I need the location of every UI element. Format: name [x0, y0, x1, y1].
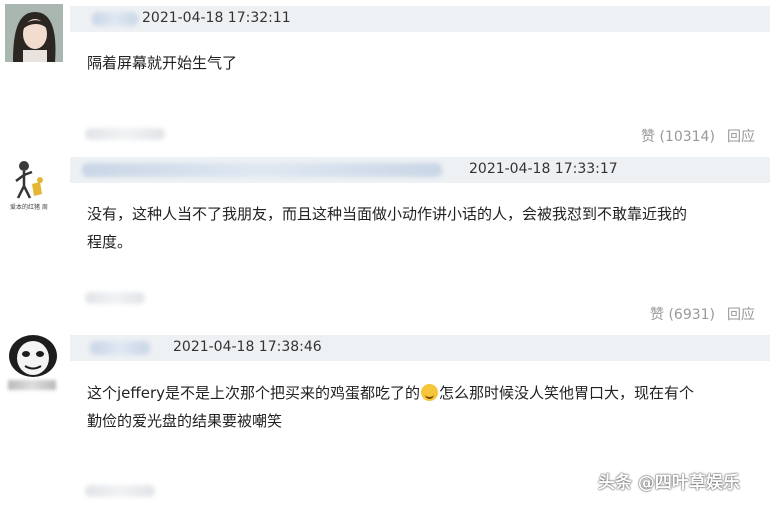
- comment-meta-blurred: [85, 128, 165, 140]
- comment-header: 2021-04-18 17:38:46: [70, 335, 770, 361]
- comment-text-line: 没有，这种人当不了我朋友，而且这种当面做小动作讲小话的人，会被我怼到不敢靠近我的: [87, 205, 688, 223]
- comment-text-line: 勤俭的爱光盘的结果要被嘲笑: [87, 412, 283, 430]
- comment-2: 爱本的红猪 周 2021-04-18 17:33:17 没有，这种人当不了我朋友…: [0, 150, 776, 325]
- comment-text-line: 程度。: [87, 233, 133, 251]
- comment-text: 没有，这种人当不了我朋友，而且这种当面做小动作讲小话的人，会被我怼到不敢靠近我的…: [87, 200, 767, 256]
- grinning-face-emoji-icon: [421, 384, 439, 401]
- comment-1: 2021-04-18 17:32:11 隔着屏幕就开始生气了 赞 (10314)…: [0, 0, 776, 150]
- user-avatar-image: [2, 158, 62, 202]
- avatar[interactable]: 爱本的红猪 周: [2, 158, 62, 214]
- like-count[interactable]: 赞 (6931): [650, 304, 715, 324]
- like-count[interactable]: 赞 (10314): [641, 126, 715, 146]
- comment-header: 2021-04-18 17:32:11: [70, 6, 770, 32]
- comment-header: 2021-04-18 17:33:17: [70, 157, 770, 183]
- avatar[interactable]: [5, 4, 63, 62]
- user-avatar-image: [5, 4, 63, 62]
- comment-text-segment: 这个jeffery是不是上次那个把买来的鸡蛋都吃了的: [87, 384, 421, 402]
- username-blurred[interactable]: [82, 163, 442, 177]
- watermark: 头条 @四叶草娱乐: [598, 473, 740, 493]
- comment-timestamp: 2021-04-18 17:33:17: [469, 161, 618, 177]
- comment-meta-blurred: [85, 485, 155, 497]
- avatar-caption-blurred: [8, 380, 56, 390]
- comment-timestamp: 2021-04-18 17:38:46: [173, 339, 322, 355]
- reply-button[interactable]: 回应: [727, 126, 755, 146]
- avatar[interactable]: [4, 330, 62, 394]
- comment-meta-blurred: [85, 292, 145, 304]
- avatar-caption: 爱本的红猪 周: [10, 204, 48, 211]
- comment-text: 这个jeffery是不是上次那个把买来的鸡蛋都吃了的 怎么那时候没人笑他胃口大，现…: [87, 379, 767, 435]
- reply-button[interactable]: 回应: [727, 304, 755, 324]
- user-avatar-image: [4, 330, 62, 378]
- comment-timestamp: 2021-04-18 17:32:11: [142, 10, 291, 26]
- username-blurred[interactable]: [92, 12, 138, 26]
- comment-text-segment: 怎么那时候没人笑他胃口大，现在有个: [439, 384, 695, 402]
- comment-text: 隔着屏幕就开始生气了: [87, 54, 238, 72]
- username-blurred[interactable]: [90, 341, 150, 355]
